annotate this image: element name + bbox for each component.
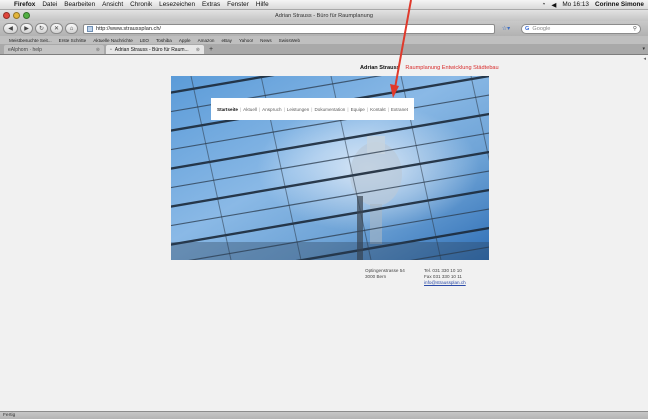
menu-chronik[interactable]: Chronik (130, 1, 152, 8)
bookmark-item[interactable]: Yahoo! (239, 38, 253, 43)
search-icon[interactable]: ⚲ (633, 26, 637, 32)
status-bar: Fertig (0, 411, 648, 419)
reload-button[interactable]: ↻ (35, 23, 48, 34)
site-owner: Adrian Strauss (360, 65, 400, 71)
menu-bar: Firefox Datei Bearbeiten Ansicht Chronik… (0, 0, 648, 10)
bookmark-item[interactable]: Toshiba (156, 38, 172, 43)
window-title: Adrian Strauss - Büro für Raumplanung (275, 12, 373, 19)
nav-separator: | (239, 106, 242, 112)
site-header: Adrian Strauss Raumplanung Entwicklung S… (360, 65, 499, 71)
home-icon: ⌂ (69, 25, 74, 32)
nav-separator: | (258, 106, 261, 112)
forward-arrow-icon: ▶ (24, 26, 29, 32)
url-bar[interactable]: http://www.straussplan.ch/ (83, 23, 495, 34)
menu-bearbeiten[interactable]: Bearbeiten (64, 1, 95, 8)
nav-extranet[interactable]: Extranet (391, 107, 408, 112)
page-icon: ▫ (110, 46, 112, 53)
search-input[interactable]: Google (532, 26, 550, 32)
tab-list-icon[interactable]: ▾ (642, 46, 645, 52)
tab-ealphorn[interactable]: eAlphorn · help ⊗ (4, 45, 104, 54)
bookmark-item[interactable]: Amazon (198, 38, 215, 43)
menu-fenster[interactable]: Fenster (227, 1, 249, 8)
menu-ansicht[interactable]: Ansicht (102, 1, 123, 8)
nav-dokumentation[interactable]: Dokumentation (314, 107, 345, 112)
status-text: Fertig (3, 413, 16, 418)
user-menu[interactable]: Corinne Simone (595, 1, 644, 8)
search-bar[interactable]: G Google ⚲ (521, 23, 641, 34)
nav-startseite[interactable]: Startseite (217, 107, 238, 112)
nav-separator: | (311, 106, 313, 112)
contact-block: Tel. 031 330 10 10 Fax 031 330 10 11 inf… (424, 268, 466, 286)
home-button[interactable]: ⌂ (65, 23, 78, 34)
tab-strauss[interactable]: ▫ Adrian Strauss - Büro für Raum... ⊗ (106, 45, 204, 54)
volume-icon[interactable]: ◀ (551, 1, 556, 9)
forward-button[interactable]: ▶ (20, 23, 33, 34)
bookmark-item[interactable]: Meistbesuchte Seit... (9, 38, 52, 43)
nav-leistungen[interactable]: Leistungen (287, 107, 309, 112)
bookmarks-bar: Meistbesuchte Seit... Erste Schritte Akt… (0, 36, 648, 44)
nav-separator: | (283, 106, 285, 112)
url-text[interactable]: http://www.straussplan.ch/ (96, 26, 161, 32)
bookmark-item[interactable]: News (260, 38, 272, 43)
nav-separator: | (366, 106, 369, 112)
nav-anspruch[interactable]: Anspruch (262, 107, 281, 112)
address-city: 3000 Bern (365, 274, 387, 279)
menu-app-name[interactable]: Firefox (14, 1, 35, 8)
menubar-status-area: ◔ ◀ Mo 16:13 Corinne Simone (542, 1, 648, 9)
window-title-bar: Adrian Strauss - Büro für Raumplanung (0, 10, 648, 21)
bookmark-star-icon[interactable]: ☆▾ (497, 25, 515, 32)
stop-button[interactable]: ✕ (50, 23, 63, 34)
bookmark-item[interactable]: Apple (179, 38, 191, 43)
page-content: ◂ Adrian Strauss Raumplanung Entwicklung… (0, 55, 648, 411)
site-identity-icon[interactable] (87, 25, 93, 32)
hero-image: Startseite | Aktuell | Anspruch | Leistu… (171, 76, 489, 260)
nav-separator: | (387, 106, 389, 112)
contact-email-link[interactable]: info@straussplan.ch (424, 280, 466, 286)
tab-label: Adrian Strauss - Büro für Raum... (114, 46, 189, 53)
clock[interactable]: Mo 16:13 (562, 1, 589, 8)
nav-kontakt[interactable]: Kontakt (370, 107, 386, 112)
tab-bar: eAlphorn · help ⊗ ▫ Adrian Strauss - Bür… (0, 44, 648, 55)
bookmark-item[interactable]: SwissWeb (279, 38, 300, 43)
close-tab-icon[interactable]: ⊗ (96, 47, 100, 53)
nav-aktuell[interactable]: Aktuell (243, 107, 257, 112)
nav-separator: | (347, 106, 349, 112)
main-navigation: Startseite | Aktuell | Anspruch | Leistu… (211, 98, 414, 120)
minimize-window-button[interactable] (13, 12, 20, 19)
zoom-window-button[interactable] (23, 12, 30, 19)
window-controls (3, 12, 30, 19)
close-window-button[interactable] (3, 12, 10, 19)
menu-datei[interactable]: Datei (42, 1, 57, 8)
bookmark-item[interactable]: Aktuelle Nachrichte (93, 38, 133, 43)
nav-equipe[interactable]: Equipe (351, 107, 365, 112)
scroll-indicator-icon: ◂ (643, 56, 646, 62)
menu-extras[interactable]: Extras (202, 1, 220, 8)
bookmark-item[interactable]: eBay (221, 38, 231, 43)
google-icon[interactable]: G (525, 26, 529, 32)
menu-lesezeichen[interactable]: Lesezeichen (159, 1, 195, 8)
stop-icon: ✕ (53, 26, 60, 32)
back-arrow-icon: ◀ (8, 26, 13, 32)
bookmark-item[interactable]: LEO (140, 38, 149, 43)
site-tagline: Raumplanung Entwicklung Städtebau (405, 65, 499, 71)
new-tab-button[interactable]: + (206, 46, 216, 53)
wifi-icon[interactable]: ◔ (542, 1, 546, 8)
navigation-toolbar: ◀ ▶ ↻ ✕ ⌂ http://www.straussplan.ch/ ☆▾ … (0, 21, 648, 36)
close-tab-icon[interactable]: ⊗ (196, 47, 200, 53)
address-block: Optingenstrasse 54 3000 Bern (365, 268, 405, 280)
reload-icon: ↻ (38, 26, 45, 32)
menu-hilfe[interactable]: Hilfe (256, 1, 269, 8)
back-button[interactable]: ◀ (3, 23, 18, 34)
bookmark-item[interactable]: Erste Schritte (59, 38, 87, 43)
tab-label: eAlphorn · help (8, 46, 42, 53)
